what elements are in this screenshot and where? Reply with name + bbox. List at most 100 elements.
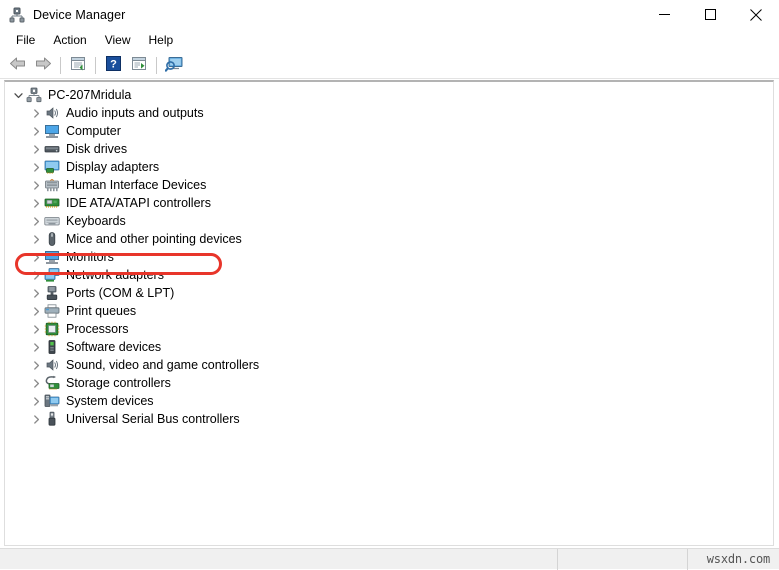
tree-root-label: PC-207Mridula [48,88,132,102]
minimize-button[interactable] [641,0,687,29]
chevron-right-icon[interactable] [29,248,44,266]
system-device-icon [44,393,60,409]
help-button[interactable]: ? [101,54,125,76]
storage-controller-icon [44,375,60,391]
device-tree-panel[interactable]: PC-207Mridula Audio inputs and outputs C… [4,80,774,546]
tree-item-audio-inputs-and-outputs[interactable]: Audio inputs and outputs [5,104,773,122]
tree-item-mice-and-other-pointing-devices[interactable]: Mice and other pointing devices [5,230,773,248]
toolbar-separator [95,56,96,74]
tree-item-monitors[interactable]: Monitors [5,248,773,266]
tree-item-label: Universal Serial Bus controllers [66,412,240,426]
chevron-right-icon[interactable] [29,230,44,248]
scan-hardware-icon [164,56,183,75]
tree-item-processors[interactable]: Processors [5,320,773,338]
chevron-right-icon[interactable] [29,176,44,194]
tree-item-label: Ports (COM & LPT) [66,286,175,300]
chevron-right-icon[interactable] [29,356,44,374]
toolbar-separator [60,56,61,74]
tree-item-disk-drives[interactable]: Disk drives [5,140,773,158]
menu-item-view[interactable]: View [96,31,140,51]
tree-item-software-devices[interactable]: Software devices [5,338,773,356]
title-bar: Device Manager [0,0,779,29]
svg-text:?: ? [110,59,117,71]
maximize-button[interactable] [687,0,733,29]
back-button[interactable] [5,54,29,76]
tree-item-computer[interactable]: Computer [5,122,773,140]
update-driver-button[interactable] [127,54,151,76]
ide-controller-icon [44,195,60,211]
tree-item-system-devices[interactable]: System devices [5,392,773,410]
chevron-right-icon[interactable] [29,212,44,230]
tree-item-label: Sound, video and game controllers [66,358,260,372]
tree-item-display-adapters[interactable]: Display adapters [5,158,773,176]
chevron-right-icon[interactable] [29,266,44,284]
tree-item-ports-com-and-lpt[interactable]: Ports (COM & LPT) [5,284,773,302]
tree-item-label: Display adapters [66,160,160,174]
window-title: Device Manager [33,7,126,22]
speaker-icon [44,105,60,121]
tree-item-print-queues[interactable]: Print queues [5,302,773,320]
tree-item-label: Mice and other pointing devices [66,232,242,246]
tree-item-network-adapters[interactable]: Network adapters [5,266,773,284]
scan-hardware-button[interactable] [162,54,186,76]
port-icon [44,285,60,301]
tree-item-label: IDE ATA/ATAPI controllers [66,196,211,210]
processor-icon [44,321,60,337]
properties-button[interactable] [66,54,90,76]
hid-icon [44,177,60,193]
tree-root-node[interactable]: PC-207Mridula [5,86,773,104]
tree-item-label: Storage controllers [66,376,171,390]
tree-item-sound-video-and-game-controllers[interactable]: Sound, video and game controllers [5,356,773,374]
speaker-icon [44,357,60,373]
toolbar-separator [156,56,157,74]
tree-item-label: Software devices [66,340,162,354]
tree-item-storage-controllers[interactable]: Storage controllers [5,374,773,392]
chevron-right-icon[interactable] [29,104,44,122]
toolbar: ? [0,52,779,79]
tree-item-keyboards[interactable]: Keyboards [5,212,773,230]
chevron-right-icon[interactable] [29,194,44,212]
watermark-text: wsxdn.com [706,552,770,566]
tree-item-label: Computer [66,124,121,138]
chevron-right-icon[interactable] [29,410,44,428]
right-arrow-icon [35,56,52,74]
computer-tree-icon [26,87,42,103]
window-controls [641,0,779,29]
mouse-icon [44,231,60,247]
status-pane-primary [0,548,558,570]
chevron-right-icon[interactable] [29,338,44,356]
chevron-down-icon[interactable] [11,86,26,104]
tree-item-universal-serial-bus-controllers[interactable]: Universal Serial Bus controllers [5,410,773,428]
tree-item-label: Processors [66,322,129,336]
menu-item-file[interactable]: File [7,31,44,51]
chevron-right-icon[interactable] [29,284,44,302]
tree-item-label: Monitors [66,250,114,264]
disk-drive-icon [44,141,60,157]
software-device-icon [44,339,60,355]
chevron-right-icon[interactable] [29,158,44,176]
tree-item-label: Print queues [66,304,137,318]
chevron-right-icon[interactable] [29,374,44,392]
menu-item-help[interactable]: Help [140,31,183,51]
printer-icon [44,303,60,319]
device-tree: PC-207Mridula Audio inputs and outputs C… [5,82,773,428]
menu-bar: File Action View Help [0,29,779,52]
usb-icon [44,411,60,427]
device-manager-icon [9,7,25,23]
monitor-icon [44,249,60,265]
status-bar: wsxdn.com [0,548,779,570]
update-driver-icon [131,56,147,74]
tree-item-label: Disk drives [66,142,128,156]
close-button[interactable] [733,0,779,29]
network-adapter-icon [44,267,60,283]
monitor-icon [44,123,60,139]
menu-item-action[interactable]: Action [44,31,95,51]
chevron-right-icon[interactable] [29,320,44,338]
chevron-right-icon[interactable] [29,140,44,158]
chevron-right-icon[interactable] [29,122,44,140]
chevron-right-icon[interactable] [29,392,44,410]
tree-item-human-interface-devices[interactable]: Human Interface Devices [5,176,773,194]
forward-button[interactable] [31,54,55,76]
tree-item-ide-ata-atapi-controllers[interactable]: IDE ATA/ATAPI controllers [5,194,773,212]
chevron-right-icon[interactable] [29,302,44,320]
